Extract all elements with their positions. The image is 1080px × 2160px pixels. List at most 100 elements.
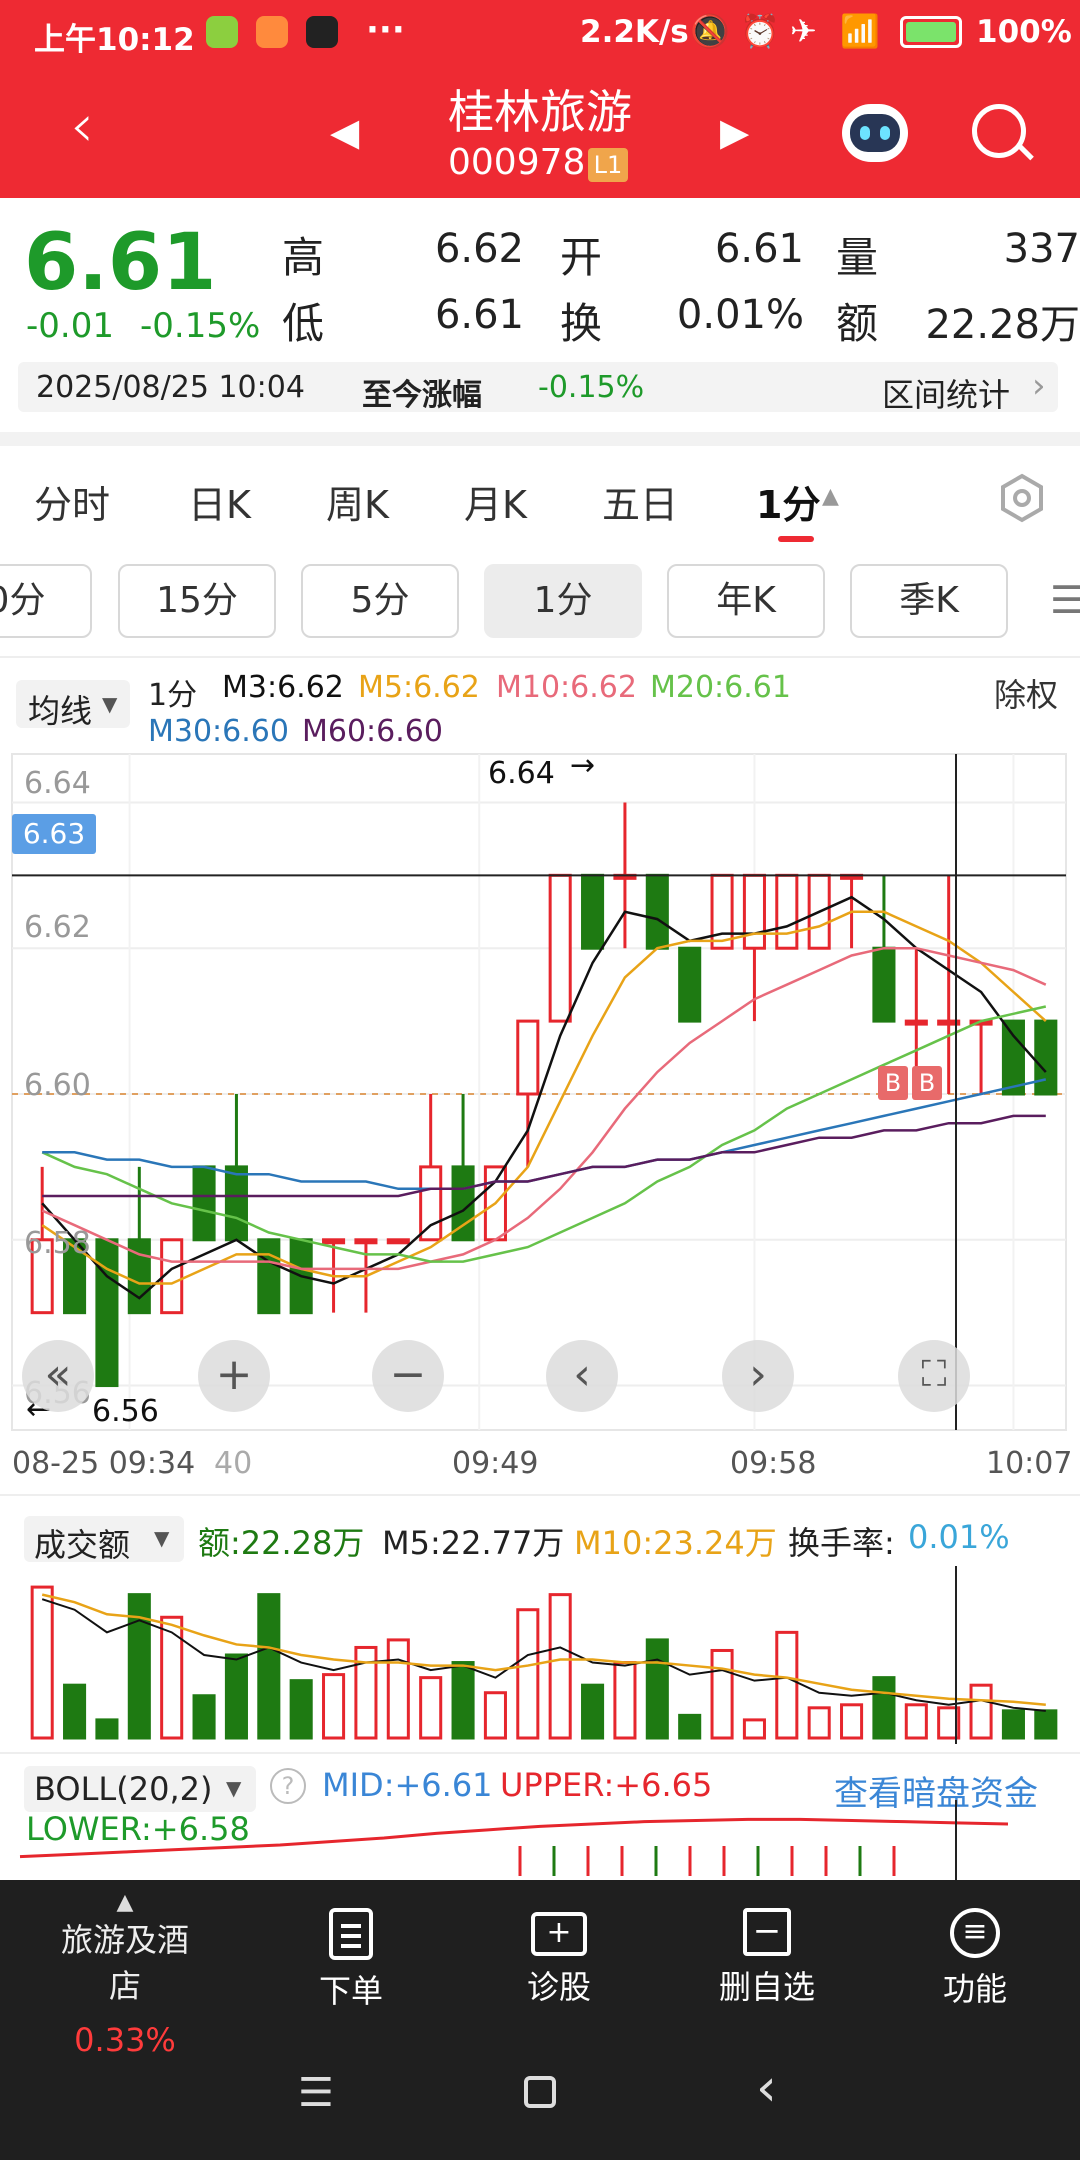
sector-item[interactable]: ▲ 旅游及酒店 0.33% (50, 1890, 200, 2059)
ma-selector[interactable]: 均线 ▼ (16, 680, 130, 730)
volume-bar (742, 1718, 766, 1740)
candle-body (192, 1165, 216, 1242)
assistant-robot-icon[interactable] (842, 104, 908, 162)
tab-weekly-k[interactable]: 周K (326, 474, 389, 529)
system-home-icon[interactable] (524, 2076, 556, 2108)
nav-diagnose[interactable]: + 诊股 (484, 1900, 634, 2008)
volume-bar (516, 1608, 540, 1740)
legend-period: 1分 (148, 678, 198, 713)
ex-rights-toggle[interactable]: 除权 (994, 670, 1058, 716)
help-icon[interactable]: ? (270, 1768, 306, 1804)
period-button-yearly-k[interactable]: 年K (667, 564, 825, 638)
nav-functions[interactable]: ≡ 功能 (900, 1900, 1050, 2010)
y-tick-label: 6.62 (24, 910, 91, 945)
divider (0, 1494, 1080, 1496)
quote-panel: 6.61 -0.01 -0.15% 高 6.62 开 6.61 量 337 低 … (0, 198, 1080, 438)
chevron-right-icon: › (1032, 366, 1046, 406)
caret-up-icon: ▲ (822, 484, 839, 509)
period-button-5min[interactable]: 5分 (301, 564, 459, 638)
volume-m10: M10:23.24万 (574, 1524, 777, 1562)
x-tick-label: 40 (214, 1446, 253, 1481)
chart-settings-icon[interactable] (996, 472, 1048, 524)
nav-functions-label: 功能 (942, 1970, 1007, 2008)
volume-bar (63, 1683, 87, 1740)
candle-body (678, 946, 702, 1023)
buy-mark[interactable]: B (878, 1066, 908, 1100)
period-stats-bar[interactable]: 2025/08/25 10:04 至今涨幅 -0.15% 区间统计 › (18, 362, 1058, 414)
zoom-out-icon[interactable]: − (372, 1340, 444, 1412)
tab-daily-k[interactable]: 日K (188, 474, 251, 529)
search-icon[interactable] (972, 104, 1034, 161)
low-marker-label: 6.56 (92, 1394, 159, 1429)
volume-bar (95, 1718, 119, 1740)
candle-body (581, 873, 605, 950)
candle-body (775, 873, 799, 950)
nav-order[interactable]: 下单 (276, 1900, 426, 2012)
section-divider (0, 432, 1080, 446)
volume-selector[interactable]: 成交额 ▼ (24, 1516, 184, 1564)
app-notification-icon (206, 16, 238, 48)
candle-body (645, 873, 669, 950)
turnover-rate-label: 换手率: (788, 1524, 895, 1562)
scroll-left-icon[interactable]: ‹ (546, 1340, 618, 1412)
period-button-quarterly-k[interactable]: 季K (850, 564, 1008, 638)
volume-amount: 额:22.28万 (198, 1524, 365, 1562)
rewind-icon[interactable]: « (22, 1340, 94, 1412)
candle-body (710, 873, 734, 950)
fullscreen-icon[interactable]: ⛶ (898, 1340, 970, 1412)
dropdown-icon: ▼ (226, 1776, 242, 1800)
arrow-right-icon: → (570, 748, 596, 783)
dropdown-icon: ▼ (102, 692, 118, 716)
tab-monthly-k[interactable]: 月K (464, 474, 527, 529)
stock-code: 000978 (448, 142, 586, 183)
volume-bar (289, 1679, 313, 1740)
volume-bar (224, 1653, 248, 1740)
volume-bar (192, 1694, 216, 1740)
candle-body (354, 1238, 378, 1245)
x-tick-label: 10:07 (986, 1446, 1073, 1481)
legend-m30: M30:6.60 (148, 714, 289, 749)
alarm-icon: ⏰ (740, 12, 780, 50)
app-notification-icon (256, 16, 288, 48)
candle-body (516, 1019, 540, 1096)
nav-remove-watchlist[interactable]: − 删自选 (692, 1900, 842, 2008)
period-button-30min[interactable]: 0分 (0, 564, 92, 638)
volume-bar (30, 1585, 54, 1740)
diagnose-icon: + (531, 1912, 587, 1956)
range-stats-link[interactable]: 区间统计 (882, 370, 1010, 416)
tab-five-day[interactable]: 五日 (602, 474, 678, 529)
legend-m3: M3:6.62 (222, 670, 344, 705)
system-menu-icon[interactable]: ☰ (298, 2070, 334, 2116)
period-button-1min[interactable]: 1分 (484, 564, 642, 638)
zoom-in-icon[interactable]: + (198, 1340, 270, 1412)
scroll-right-icon[interactable]: › (722, 1340, 794, 1412)
candle-body (224, 1165, 248, 1242)
nav-remove-label: 删自选 (718, 1968, 815, 2006)
boll-upper: UPPER:+6.65 (500, 1766, 713, 1804)
high-marker-label: 6.64 (488, 756, 555, 791)
battery-percent: 100% (976, 14, 1072, 50)
bottom-nav: ▲ 旅游及酒店 0.33% 下单 + 诊股 − 删自选 ≡ 功能 ☰ ‹ (0, 1880, 1080, 2160)
volume-bar (613, 1661, 637, 1740)
system-back-icon[interactable]: ‹ (756, 2058, 777, 2118)
app-notification-icon (306, 16, 338, 48)
y-tick-label: 6.58 (24, 1226, 91, 1261)
volume-bar (904, 1703, 928, 1740)
order-icon (329, 1908, 373, 1960)
more-periods-icon[interactable]: ☰ (1050, 578, 1080, 622)
high-value: 6.62 (434, 226, 524, 272)
since-value: -0.15% (538, 370, 645, 405)
buy-mark[interactable]: B (912, 1066, 942, 1100)
period-button-15min[interactable]: 15分 (118, 564, 276, 638)
x-tick-label: 08-25 09:34 (12, 1446, 196, 1481)
turnover-rate-value: 0.01% (908, 1518, 1010, 1556)
volume-bar (451, 1661, 475, 1740)
volume-bar (483, 1691, 507, 1740)
volume-bar (807, 1706, 831, 1740)
chart-tabs: 分时 日K 周K 月K 五日 1分 ▲ (0, 448, 1080, 548)
tab-1min[interactable]: 1分 (756, 474, 820, 529)
tab-intraday[interactable]: 分时 (34, 474, 110, 529)
next-stock-icon[interactable]: ▶ (720, 110, 749, 154)
since-label: 至今涨幅 (362, 378, 482, 413)
volume-value: 337 (1003, 226, 1080, 272)
